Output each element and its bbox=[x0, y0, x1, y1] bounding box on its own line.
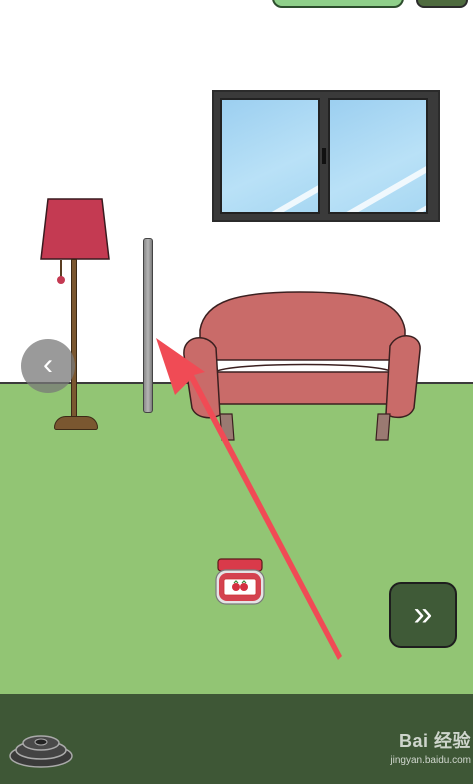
tutorial-arrow-icon bbox=[156, 338, 342, 660]
watermark-logo: Bai 经验 bbox=[398, 731, 471, 751]
strawberry-jam-jar-icon[interactable] bbox=[214, 558, 266, 606]
back-button[interactable]: ‹ bbox=[21, 339, 75, 393]
game-scene: ‹ » Bai 经验 jingyan.baidu.com bbox=[0, 0, 473, 784]
watermark-url: jingyan.baidu.com bbox=[390, 755, 471, 766]
next-button[interactable]: » bbox=[389, 582, 457, 648]
watermark: Bai 经验 jingyan.baidu.com bbox=[355, 727, 471, 779]
weight-plates-icon[interactable] bbox=[8, 726, 74, 770]
